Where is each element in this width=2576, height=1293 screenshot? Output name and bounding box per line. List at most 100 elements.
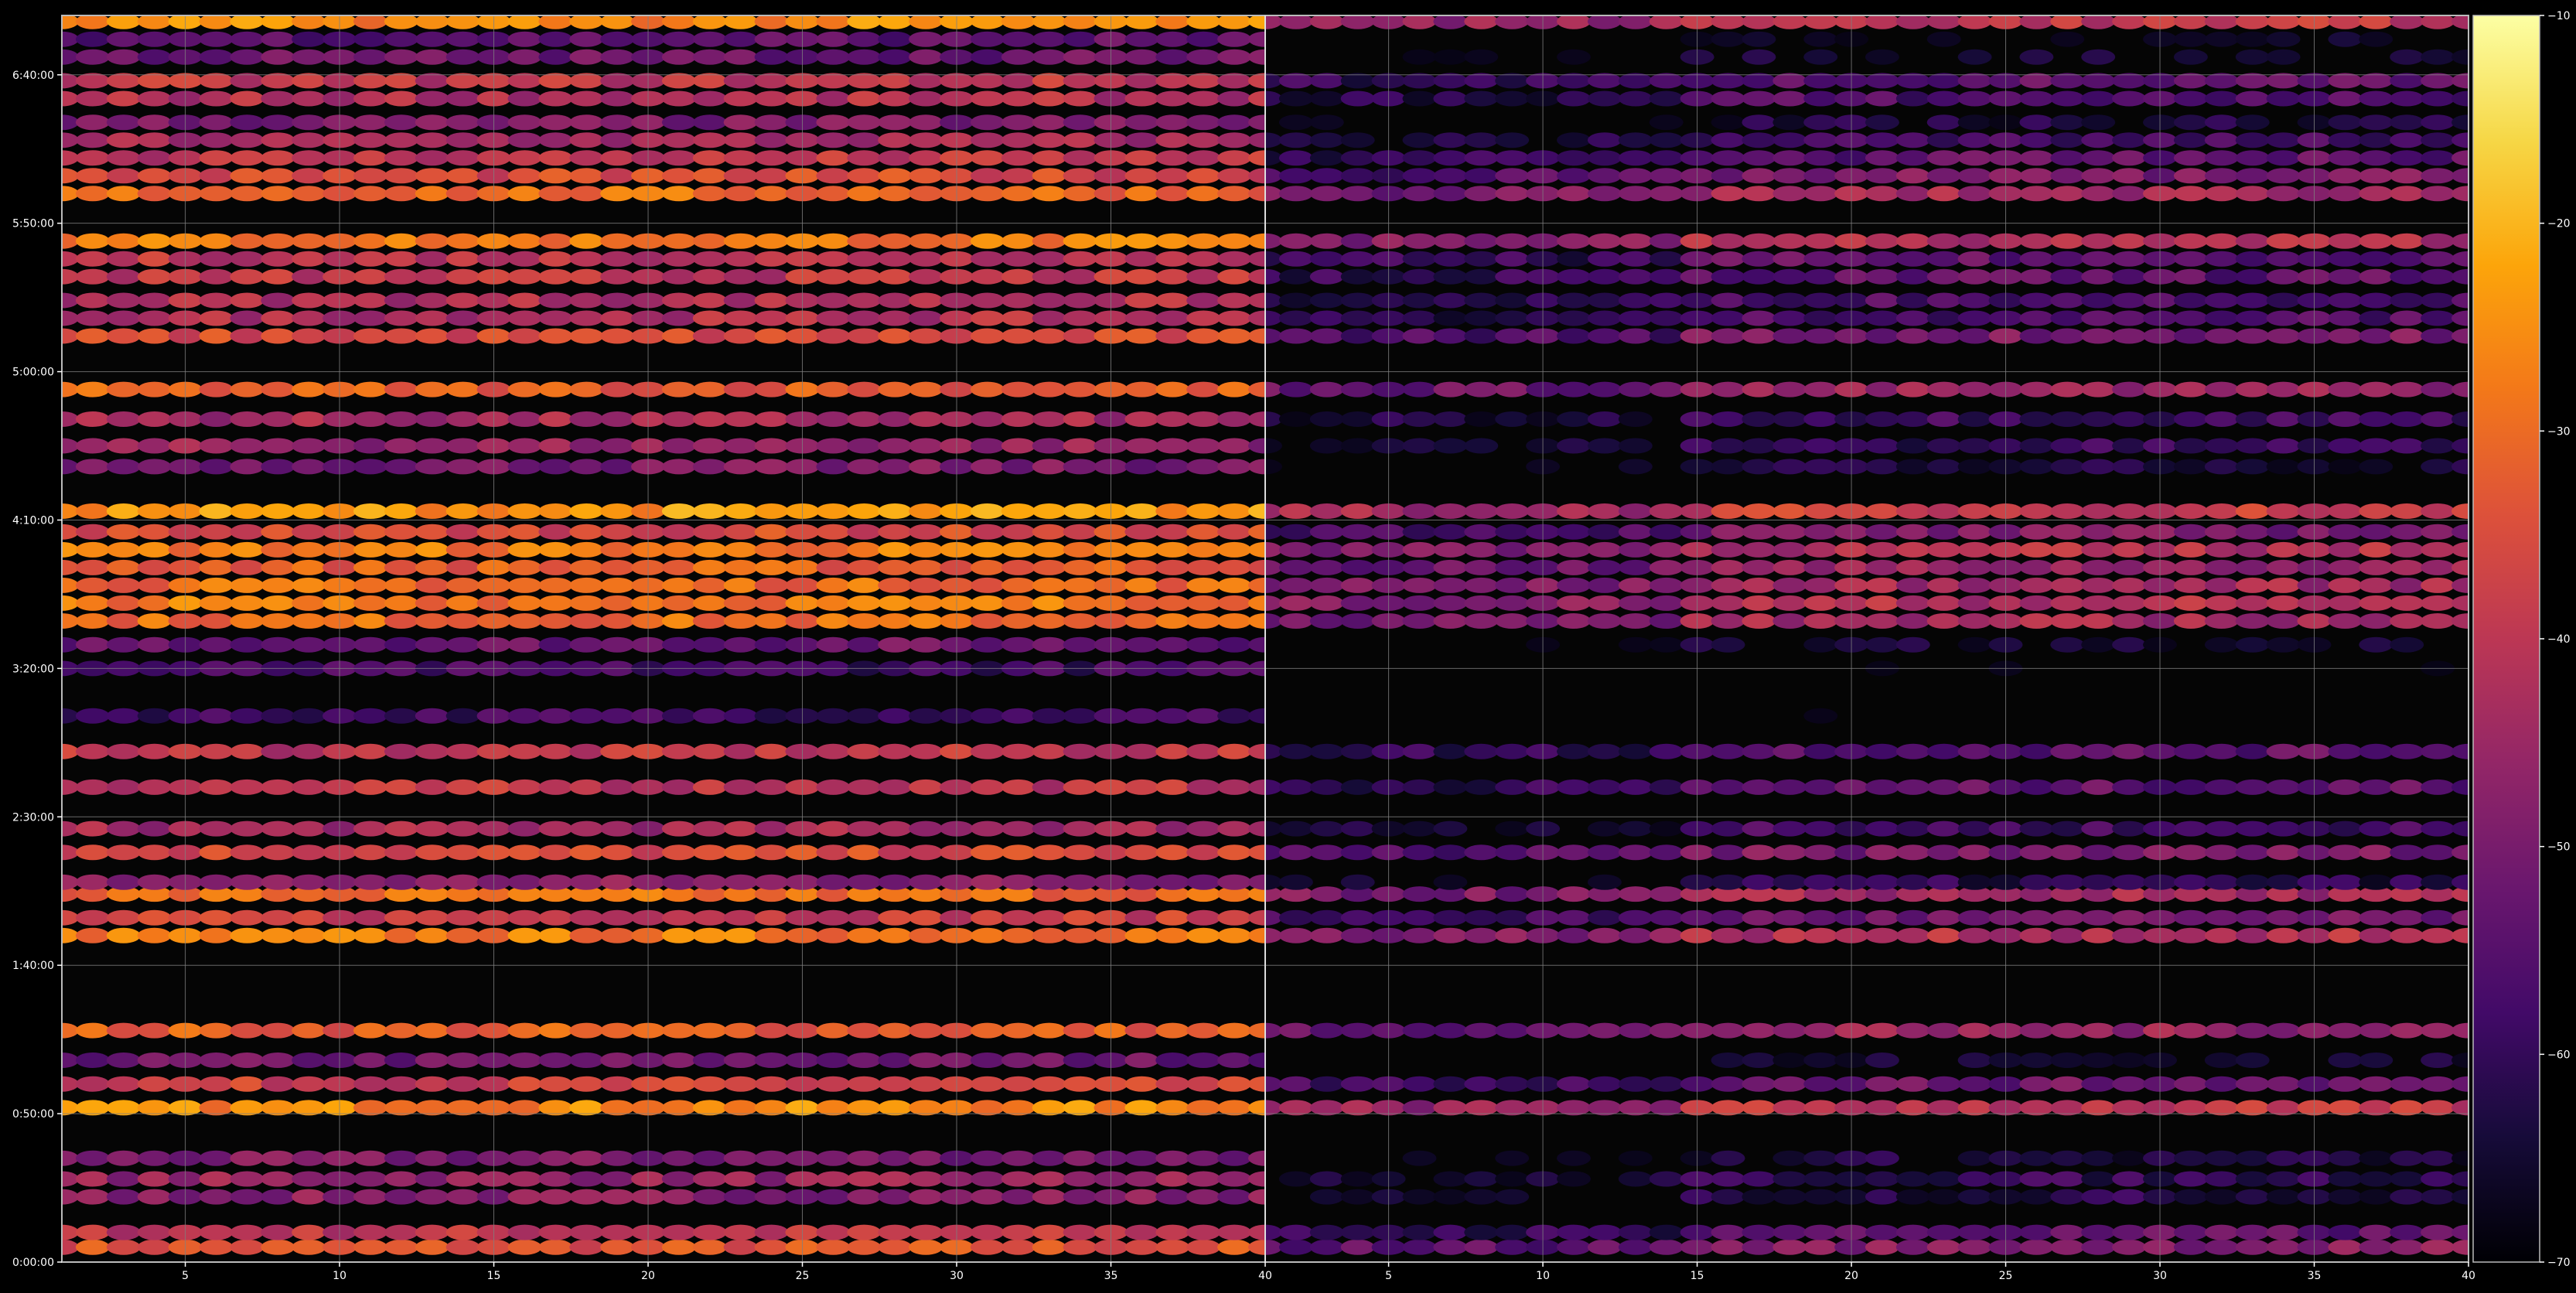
heatmap-cell: [754, 820, 789, 837]
heatmap-cell: [2204, 1076, 2239, 1092]
heatmap-cell: [353, 636, 387, 653]
heatmap-cell: [2235, 1189, 2270, 1205]
heatmap-cell: [106, 820, 141, 837]
heatmap-cell: [2204, 595, 2239, 611]
heatmap-cell: [1742, 411, 1776, 427]
heatmap-cell: [1618, 743, 1653, 759]
heatmap-cell: [1711, 459, 1745, 475]
heatmap-cell: [75, 708, 110, 724]
heatmap-cell: [261, 595, 295, 611]
heatmap-cell: [2266, 779, 2301, 795]
heatmap-cell: [847, 541, 882, 558]
heatmap-cell: [2112, 1022, 2147, 1039]
heatmap-cell: [878, 1171, 913, 1187]
heatmap-cell: [1402, 524, 1437, 540]
heatmap-cell: [1309, 381, 1344, 397]
heatmap-cell: [106, 909, 141, 926]
heatmap-cell: [2266, 328, 2301, 344]
heatmap-cell: [1063, 31, 1097, 47]
heatmap-cell: [1618, 1224, 1653, 1240]
heatmap-cell: [754, 1022, 789, 1039]
heatmap-cell: [2173, 1076, 2208, 1092]
heatmap-cell: [1124, 150, 1159, 166]
heatmap-cell: [106, 1052, 141, 1068]
heatmap-cell: [1402, 90, 1437, 107]
heatmap-cell: [384, 292, 418, 309]
heatmap-cell: [384, 233, 418, 249]
heatmap-cell: [1495, 268, 1530, 285]
heatmap-cell: [2328, 844, 2363, 861]
heatmap-cell: [1340, 503, 1375, 519]
heatmap-cell: [445, 292, 480, 309]
heatmap-cell: [1711, 595, 1745, 611]
heatmap-cell: [970, 268, 1005, 285]
heatmap-cell: [723, 459, 758, 475]
heatmap-cell: [692, 150, 727, 166]
heatmap-cell: [1155, 233, 1190, 249]
heatmap-cell: [2050, 31, 2085, 47]
heatmap-cell: [384, 328, 418, 344]
heatmap-cell: [507, 577, 542, 593]
heatmap-cell: [1618, 459, 1653, 475]
heatmap-cell: [1217, 820, 1252, 837]
x-tick-label: 30: [950, 1270, 964, 1282]
heatmap-cell: [600, 150, 635, 166]
heatmap-cell: [538, 1189, 573, 1205]
heatmap-cell: [384, 73, 418, 89]
heatmap-cell: [538, 743, 573, 759]
heatmap-cell: [1155, 186, 1190, 202]
heatmap-cell: [1895, 743, 1930, 759]
heatmap-cell: [415, 1239, 449, 1255]
heatmap-cell: [847, 820, 882, 837]
heatmap-cell: [538, 1239, 573, 1255]
heatmap-cell: [692, 310, 727, 326]
heatmap-cell: [692, 90, 727, 107]
heatmap-cell: [1618, 411, 1653, 427]
heatmap-cell: [661, 636, 696, 653]
heatmap-cell: [2359, 251, 2393, 267]
heatmap-cell: [292, 779, 326, 795]
heatmap-cell: [754, 73, 789, 89]
heatmap-cell: [538, 73, 573, 89]
heatmap-cell: [1895, 168, 1930, 184]
heatmap-cell: [445, 459, 480, 475]
heatmap-cell: [754, 90, 789, 107]
heatmap-cell: [1587, 743, 1622, 759]
heatmap-cell: [353, 73, 387, 89]
heatmap-cell: [723, 1052, 758, 1068]
heatmap-cell: [1895, 820, 1930, 837]
heatmap-cell: [2081, 1100, 2116, 1116]
heatmap-cell: [384, 779, 418, 795]
heatmap-cell: [1433, 233, 1468, 249]
heatmap-cell: [507, 874, 542, 890]
heatmap-cell: [2081, 438, 2116, 454]
heatmap-cell: [692, 49, 727, 65]
heatmap-cell: [353, 1239, 387, 1255]
heatmap-cell: [909, 524, 943, 540]
heatmap-cell: [1495, 541, 1530, 558]
heatmap-cell: [75, 541, 110, 558]
heatmap-cell: [1402, 292, 1437, 309]
heatmap-cell: [75, 90, 110, 107]
heatmap-cell: [661, 613, 696, 629]
heatmap-cell: [1649, 1100, 1684, 1116]
heatmap-cell: [2266, 844, 2301, 861]
heatmap-cell: [1402, 73, 1437, 89]
heatmap-cell: [75, 150, 110, 166]
heatmap-cell: [1063, 381, 1097, 397]
heatmap-cell: [507, 779, 542, 795]
heatmap-cell: [1772, 1076, 1807, 1092]
heatmap-cell: [1957, 168, 1992, 184]
heatmap-cell: [1957, 1150, 1992, 1166]
heatmap-cell: [261, 31, 295, 47]
heatmap-cell: [2328, 1076, 2363, 1092]
heatmap-cell: [1402, 613, 1437, 629]
heatmap-cell: [2019, 459, 2054, 475]
heatmap-cell: [2390, 636, 2424, 653]
heatmap-cell: [2390, 438, 2424, 454]
heatmap-cell: [1063, 251, 1097, 267]
heatmap-cell: [1340, 559, 1375, 575]
heatmap-cell: [2266, 251, 2301, 267]
heatmap-cell: [1155, 251, 1190, 267]
heatmap-cell: [1711, 292, 1745, 309]
